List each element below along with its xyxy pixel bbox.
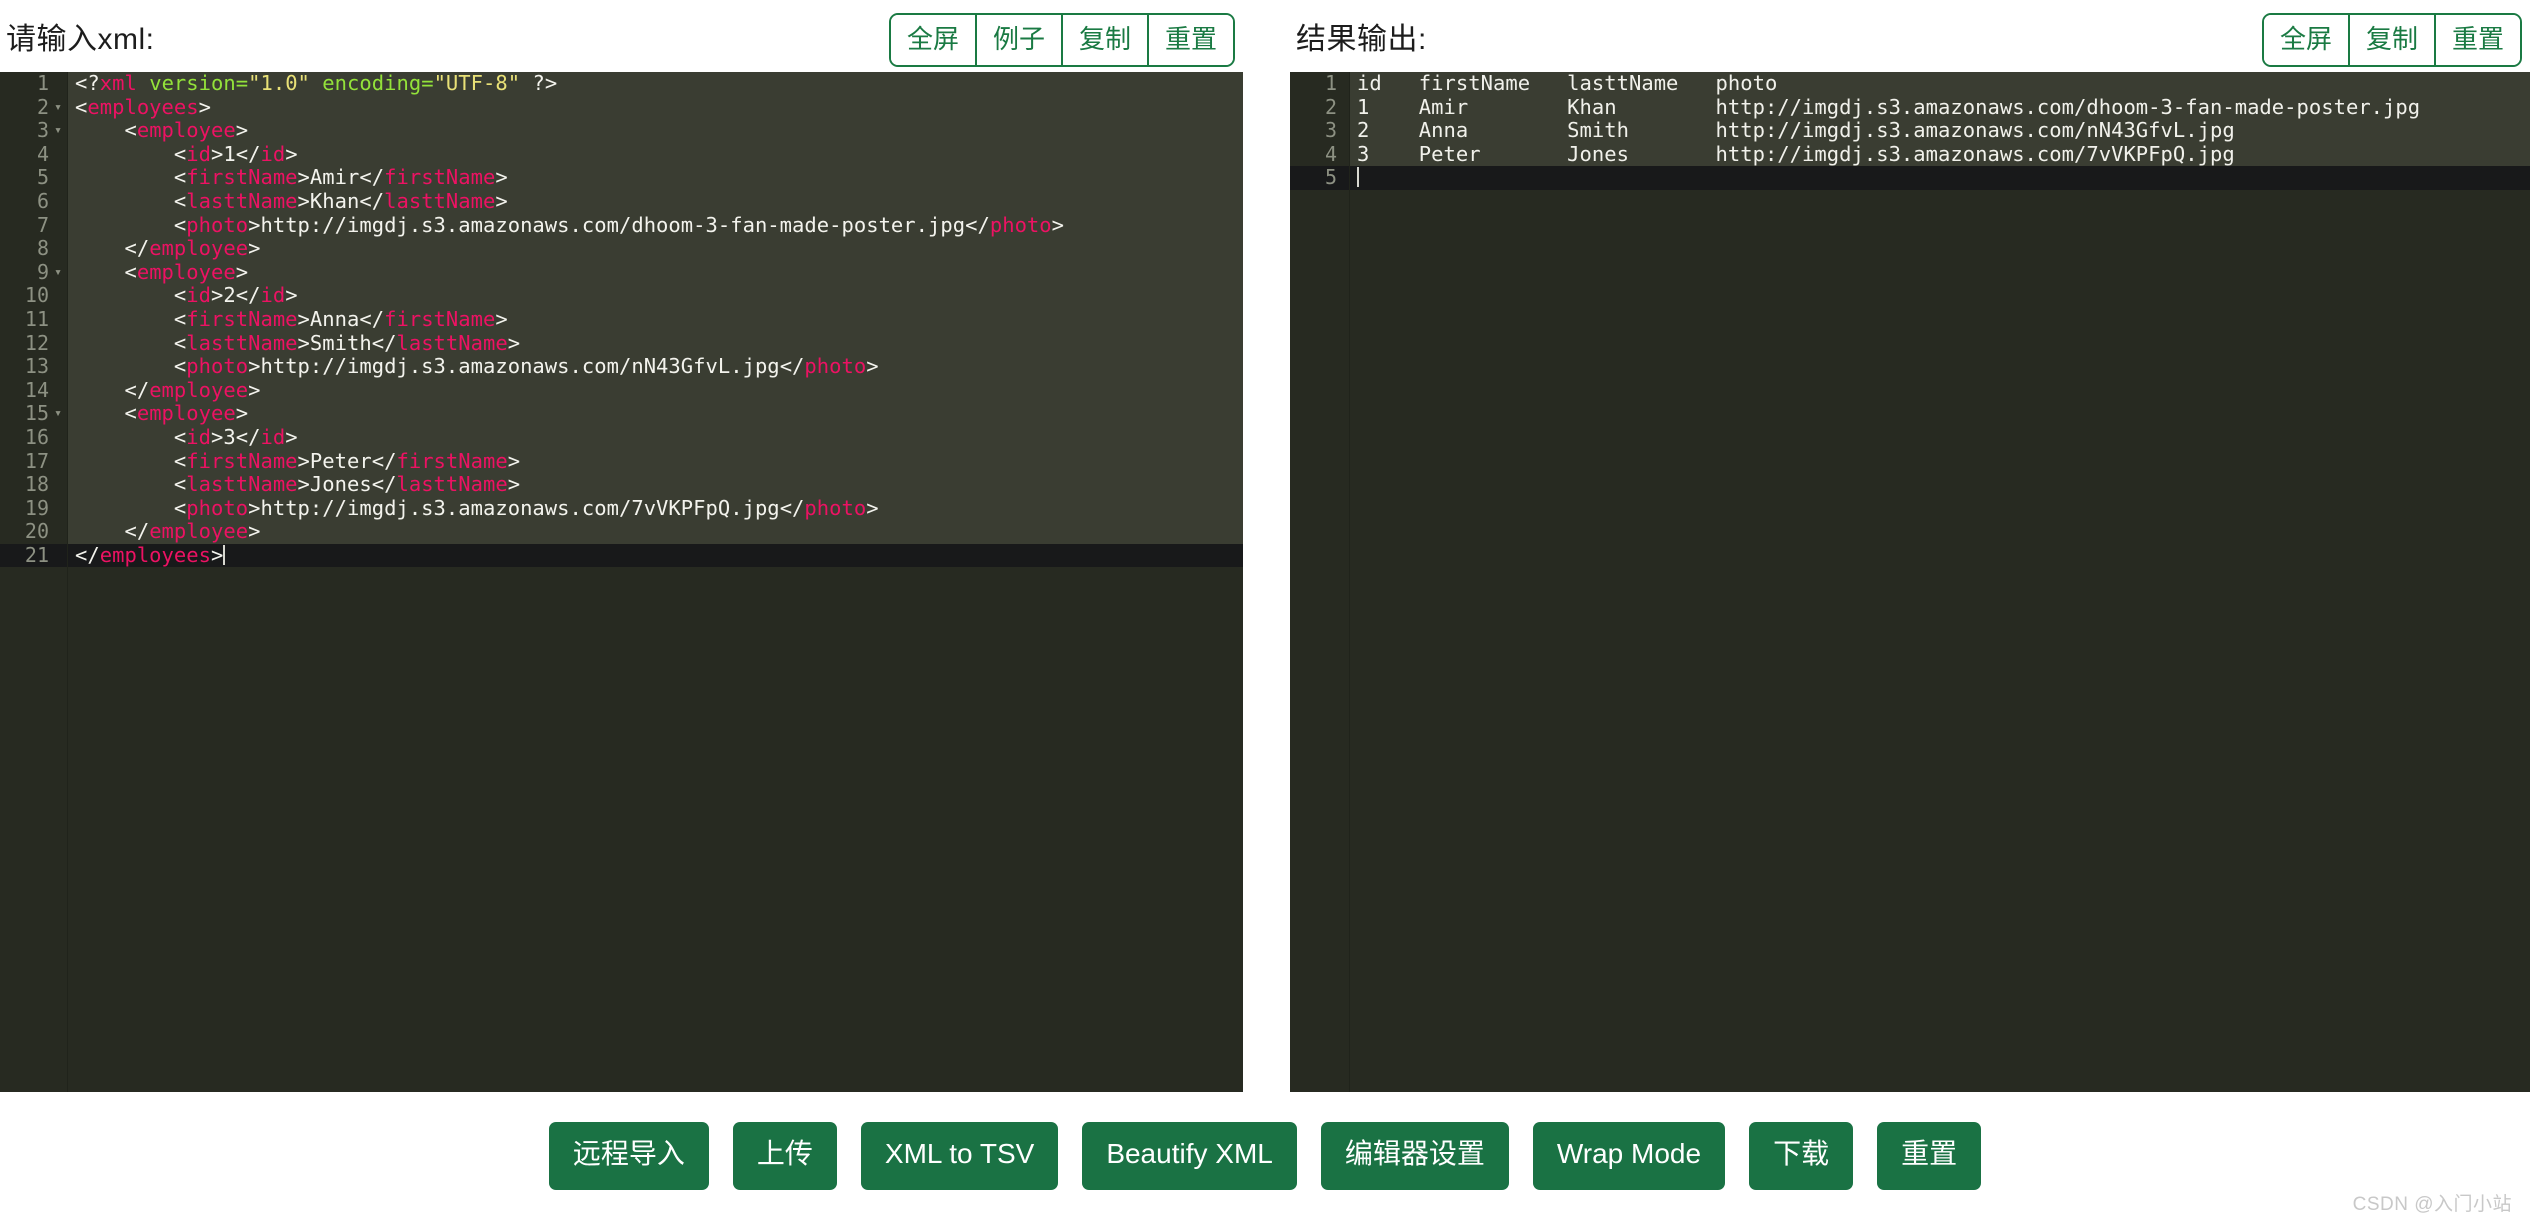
fold-toggle-icon[interactable]: ▾ bbox=[52, 261, 64, 285]
beautify-xml-button[interactable]: Beautify XML bbox=[1082, 1122, 1297, 1190]
xml-code-line[interactable]: <photo>http://imgdj.s3.amazonaws.com/dho… bbox=[68, 214, 1243, 238]
input-line-number: 12 bbox=[0, 332, 67, 356]
xml-code-line[interactable]: </employee> bbox=[68, 237, 1243, 261]
input-example-button[interactable]: 例子 bbox=[975, 15, 1061, 65]
bottom-toolbar: 远程导入上传 XML to TSV Beautify XML 编辑器设置 Wrap Mo… bbox=[0, 1122, 2530, 1190]
input-line-number: 21 bbox=[0, 544, 67, 568]
input-line-number: 18 bbox=[0, 473, 67, 497]
wrap-mode-button[interactable]: Wrap Mode bbox=[1533, 1122, 1725, 1190]
tsv-output-line[interactable] bbox=[1350, 166, 2530, 190]
input-line-number: 1 bbox=[0, 72, 67, 96]
xml-code-line[interactable]: <id>1</id> bbox=[68, 143, 1243, 167]
input-line-number: 8 bbox=[0, 237, 67, 261]
upload-button[interactable]: 上传 bbox=[733, 1122, 837, 1190]
output-line-number: 2 bbox=[1290, 96, 1349, 120]
input-line-number: 17 bbox=[0, 450, 67, 474]
watermark: CSDN @入门小站 bbox=[2353, 1189, 2512, 1216]
output-fullscreen-button[interactable]: 全屏 bbox=[2264, 15, 2348, 65]
output-panel: 结果输出: 全屏复制重置 12345 id firstName lasttNam… bbox=[1290, 0, 2530, 1092]
input-line-number: 9▾ bbox=[0, 261, 67, 285]
output-line-number: 5 bbox=[1290, 166, 1349, 190]
input-code-lines[interactable]: <?xml version="1.0" encoding="UTF-8" ?><… bbox=[68, 72, 1243, 567]
output-panel-header: 结果输出: 全屏复制重置 bbox=[1290, 0, 2530, 72]
input-line-number: 5 bbox=[0, 166, 67, 190]
input-code-area[interactable]: <?xml version="1.0" encoding="UTF-8" ?><… bbox=[68, 72, 1243, 1092]
remote-import-button[interactable]: 远程导入 bbox=[549, 1122, 709, 1190]
input-panel: 请输入xml: 全屏例子复制重置 12▾3▾456789▾10111213141… bbox=[0, 0, 1243, 1092]
xml-code-line[interactable]: <firstName>Peter</firstName> bbox=[68, 450, 1243, 474]
output-line-number: 3 bbox=[1290, 119, 1349, 143]
input-gutter: 12▾3▾456789▾101112131415▾161718192021 bbox=[0, 72, 68, 1092]
output-code-area[interactable]: id firstName lasttName photo1 Amir Khan … bbox=[1350, 72, 2530, 1092]
xml-code-line[interactable]: <photo>http://imgdj.s3.amazonaws.com/7vV… bbox=[68, 497, 1243, 521]
fold-toggle-icon[interactable]: ▾ bbox=[52, 119, 64, 143]
input-line-number: 20 bbox=[0, 520, 67, 544]
xml-code-line[interactable]: <employee> bbox=[68, 402, 1243, 426]
xml-code-line[interactable]: <firstName>Amir</firstName> bbox=[68, 166, 1243, 190]
input-copy-button[interactable]: 复制 bbox=[1061, 15, 1147, 65]
xml-code-line[interactable]: <id>2</id> bbox=[68, 284, 1243, 308]
tsv-output-line[interactable]: id firstName lasttName photo bbox=[1350, 72, 2530, 96]
fold-toggle-icon[interactable]: ▾ bbox=[52, 96, 64, 120]
xml-code-line[interactable]: <id>3</id> bbox=[68, 426, 1243, 450]
xml-to-tsv-button[interactable]: XML to TSV bbox=[861, 1122, 1058, 1190]
fold-toggle-icon[interactable]: ▾ bbox=[52, 402, 64, 426]
input-line-number: 10 bbox=[0, 284, 67, 308]
xml-code-line[interactable]: </employee> bbox=[68, 379, 1243, 403]
input-line-number: 11 bbox=[0, 308, 67, 332]
output-panel-button-group: 全屏复制重置 bbox=[2262, 13, 2522, 67]
xml-code-line[interactable]: <employee> bbox=[68, 261, 1243, 285]
input-line-number: 13 bbox=[0, 355, 67, 379]
input-line-number: 15▾ bbox=[0, 402, 67, 426]
text-cursor bbox=[1357, 167, 1359, 187]
input-panel-button-group: 全屏例子复制重置 bbox=[889, 13, 1235, 67]
text-cursor bbox=[223, 545, 225, 565]
xml-code-line[interactable]: </employees> bbox=[68, 544, 1243, 568]
input-panel-title: 请输入xml: bbox=[6, 14, 155, 58]
output-line-number: 4 bbox=[1290, 143, 1349, 167]
xml-code-line[interactable]: <lasttName>Khan</lasttName> bbox=[68, 190, 1243, 214]
tsv-output-line[interactable]: 3 Peter Jones http://imgdj.s3.amazonaws.… bbox=[1350, 143, 2530, 167]
xml-to-tsv-tool: 请输入xml: 全屏例子复制重置 12▾3▾456789▾10111213141… bbox=[0, 0, 2530, 1224]
tsv-output-line[interactable]: 2 Anna Smith http://imgdj.s3.amazonaws.c… bbox=[1350, 119, 2530, 143]
input-reset-button[interactable]: 重置 bbox=[1147, 15, 1233, 65]
download-button[interactable]: 下载 bbox=[1749, 1122, 1853, 1190]
input-line-number: 16 bbox=[0, 426, 67, 450]
output-reset-button[interactable]: 重置 bbox=[2434, 15, 2520, 65]
output-line-number: 1 bbox=[1290, 72, 1349, 96]
input-line-number: 7 bbox=[0, 214, 67, 238]
input-line-number: 6 bbox=[0, 190, 67, 214]
tsv-output-line[interactable]: 1 Amir Khan http://imgdj.s3.amazonaws.co… bbox=[1350, 96, 2530, 120]
xml-code-line[interactable]: <employee> bbox=[68, 119, 1243, 143]
output-gutter: 12345 bbox=[1290, 72, 1350, 1092]
xml-code-line[interactable]: <lasttName>Smith</lasttName> bbox=[68, 332, 1243, 356]
output-code-lines[interactable]: id firstName lasttName photo1 Amir Khan … bbox=[1350, 72, 2530, 190]
input-line-number: 2▾ bbox=[0, 96, 67, 120]
xml-input-editor[interactable]: 12▾3▾456789▾101112131415▾161718192021 <?… bbox=[0, 72, 1243, 1092]
xml-code-line[interactable]: <photo>http://imgdj.s3.amazonaws.com/nN4… bbox=[68, 355, 1243, 379]
xml-code-line[interactable]: <firstName>Anna</firstName> bbox=[68, 308, 1243, 332]
xml-code-line[interactable]: </employee> bbox=[68, 520, 1243, 544]
input-line-number: 3▾ bbox=[0, 119, 67, 143]
tsv-output-editor[interactable]: 12345 id firstName lasttName photo1 Amir… bbox=[1290, 72, 2530, 1092]
input-fullscreen-button[interactable]: 全屏 bbox=[891, 15, 975, 65]
input-panel-header: 请输入xml: 全屏例子复制重置 bbox=[0, 0, 1243, 72]
reset-button[interactable]: 重置 bbox=[1877, 1122, 1981, 1190]
output-panel-title: 结果输出: bbox=[1296, 14, 1427, 58]
input-line-number: 14 bbox=[0, 379, 67, 403]
input-line-number: 4 bbox=[0, 143, 67, 167]
xml-code-line[interactable]: <?xml version="1.0" encoding="UTF-8" ?> bbox=[68, 72, 1243, 96]
xml-code-line[interactable]: <lasttName>Jones</lasttName> bbox=[68, 473, 1243, 497]
input-line-number: 19 bbox=[0, 497, 67, 521]
xml-code-line[interactable]: <employees> bbox=[68, 96, 1243, 120]
output-copy-button[interactable]: 复制 bbox=[2348, 15, 2434, 65]
editor-settings-button[interactable]: 编辑器设置 bbox=[1321, 1122, 1509, 1190]
